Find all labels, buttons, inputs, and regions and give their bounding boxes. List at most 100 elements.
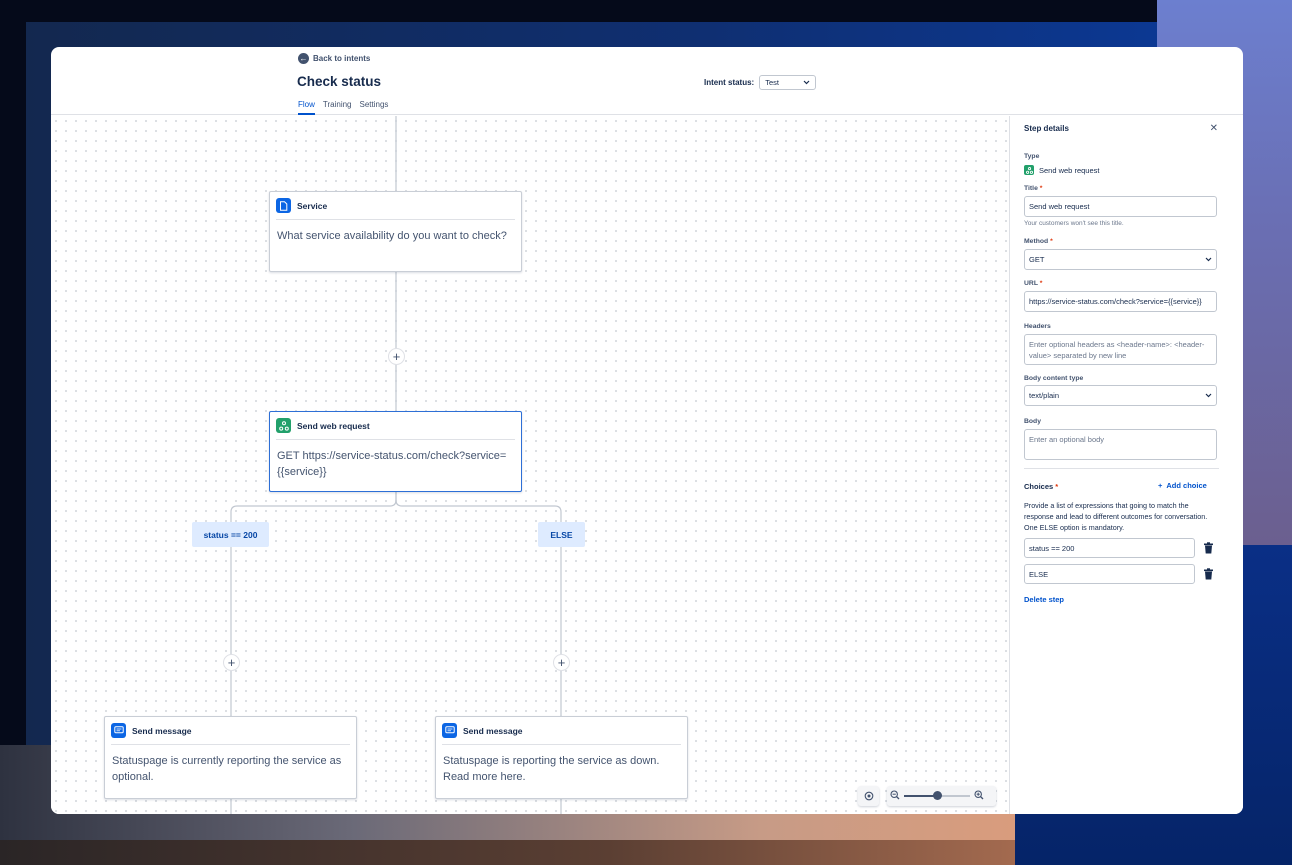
node-title: Send message (463, 725, 523, 736)
fit-view-button[interactable] (858, 786, 879, 806)
close-icon[interactable]: ✕ (1210, 123, 1218, 134)
plus-icon: + (557, 655, 566, 670)
chevron-down-icon (803, 80, 810, 85)
type-label: Type (1024, 153, 1040, 160)
webhook-icon (276, 418, 291, 433)
body-type-value: text/plain (1029, 391, 1060, 400)
backdrop-shade (0, 840, 1015, 865)
method-value: GET (1029, 255, 1045, 264)
body-type-label: Body content type (1024, 375, 1084, 382)
choice-field[interactable]: status == 200 (1024, 538, 1195, 558)
choices-description: Provide a list of expressions that going… (1024, 501, 1208, 532)
headers-label: Headers (1024, 323, 1051, 330)
tab-bar: Flow Training Settings (298, 100, 388, 115)
panel-title: Step details (1024, 124, 1069, 133)
app-window: ← Back to intents Check status Intent st… (51, 47, 1243, 814)
url-label-text: URL (1024, 280, 1038, 287)
zoom-slider-group (887, 786, 996, 806)
body-label: Body (1024, 418, 1041, 425)
message-icon (442, 723, 457, 738)
title-helper-text: Your customers won't see this title. (1024, 220, 1124, 227)
flow-node-send-message[interactable]: Send message Statuspage is reporting the… (435, 716, 688, 799)
add-choice-button[interactable]: + Add choice (1158, 481, 1207, 490)
page-title: Check status (297, 74, 382, 89)
body-field[interactable]: Enter an optional body (1024, 429, 1217, 460)
title-field-value: Send web request (1029, 202, 1090, 211)
zoom-slider-thumb[interactable] (933, 791, 942, 800)
step-details-panel: Step details ✕ Type Send web request Tit… (1009, 116, 1243, 814)
add-step-button[interactable]: + (223, 654, 240, 671)
type-value-row: Send web request (1024, 165, 1099, 175)
zoom-out-button[interactable] (890, 787, 900, 805)
title-field[interactable]: Send web request (1024, 196, 1217, 217)
message-icon (111, 723, 126, 738)
choice-field[interactable]: ELSE (1024, 564, 1195, 584)
zoom-slider[interactable] (904, 790, 970, 802)
headers-placeholder: Enter optional headers as <header-name>:… (1029, 340, 1205, 360)
required-mark: * (1039, 280, 1043, 287)
flow-canvas[interactable]: Service What service availability do you… (51, 116, 1009, 814)
flow-connectors (230, 116, 562, 814)
plus-icon: + (392, 349, 401, 364)
node-header: Send message (442, 717, 681, 745)
chevron-down-icon (1205, 393, 1212, 398)
back-link[interactable]: ← Back to intents (298, 53, 370, 64)
plus-icon: + (1158, 481, 1163, 490)
intent-status-label: Intent status: (704, 78, 755, 87)
url-field[interactable]: https://service-status.com/check?service… (1024, 291, 1217, 312)
choice-value: status == 200 (1029, 543, 1075, 553)
trash-icon[interactable] (1203, 568, 1214, 580)
node-body: GET https://service-status.com/check?ser… (277, 450, 507, 478)
body-placeholder: Enter an optional body (1029, 435, 1105, 444)
choices-label: Choices * (1024, 482, 1058, 491)
arrow-left-icon: ← (298, 53, 309, 64)
add-choice-label: Add choice (1166, 481, 1207, 490)
tab-flow[interactable]: Flow (298, 100, 315, 115)
method-label-text: Method (1024, 238, 1049, 245)
node-body: Statuspage is currently reporting the se… (112, 755, 342, 783)
add-step-button[interactable]: + (553, 654, 570, 671)
url-field-value: https://service-status.com/check?service… (1029, 297, 1202, 306)
page-header: ← Back to intents Check status Intent st… (51, 47, 1243, 115)
choices-label-text: Choices (1024, 482, 1054, 491)
headers-field[interactable]: Enter optional headers as <header-name>:… (1024, 334, 1217, 365)
delete-step-link[interactable]: Delete step (1024, 595, 1064, 604)
method-select[interactable]: GET (1024, 249, 1217, 270)
back-link-label: Back to intents (313, 54, 371, 63)
choice-value: ELSE (1029, 569, 1049, 579)
node-header: Send message (111, 717, 350, 745)
panel-header: Step details ✕ (1024, 123, 1218, 134)
required-mark: * (1050, 238, 1053, 245)
add-step-button[interactable]: + (388, 348, 405, 365)
flow-node-service[interactable]: Service What service availability do you… (269, 191, 522, 272)
node-title: Service (297, 200, 328, 211)
target-icon (864, 791, 873, 801)
method-label: Method * (1024, 238, 1053, 245)
title-label: Title * (1024, 185, 1042, 192)
panel-divider (1024, 468, 1219, 469)
intent-status-value: Test (765, 78, 779, 87)
trash-icon[interactable] (1203, 542, 1214, 554)
required-mark: * (1039, 185, 1043, 192)
flow-node-send-message[interactable]: Send message Statuspage is currently rep… (104, 716, 357, 799)
intent-status: Intent status: Test (704, 75, 817, 90)
chevron-down-icon (1205, 257, 1212, 262)
tab-training[interactable]: Training (323, 100, 352, 115)
node-title: Send web request (297, 420, 370, 431)
condition-label-status-200[interactable]: status == 200 (192, 522, 269, 547)
zoom-controls (858, 786, 996, 806)
document-icon (276, 198, 291, 213)
webhook-icon (1024, 165, 1034, 175)
node-header: Send web request (276, 412, 515, 440)
plus-icon: + (227, 655, 236, 670)
node-title: Send message (132, 725, 192, 736)
url-label: URL * (1024, 280, 1042, 287)
intent-status-select[interactable]: Test (759, 75, 817, 90)
flow-node-web-request[interactable]: Send web request GET https://service-sta… (269, 411, 522, 492)
tab-settings[interactable]: Settings (360, 100, 389, 115)
node-header: Service (276, 192, 515, 220)
condition-label-else[interactable]: ELSE (538, 522, 585, 547)
zoom-in-icon (974, 790, 984, 800)
zoom-in-button[interactable] (974, 787, 984, 805)
body-type-select[interactable]: text/plain (1024, 385, 1217, 406)
